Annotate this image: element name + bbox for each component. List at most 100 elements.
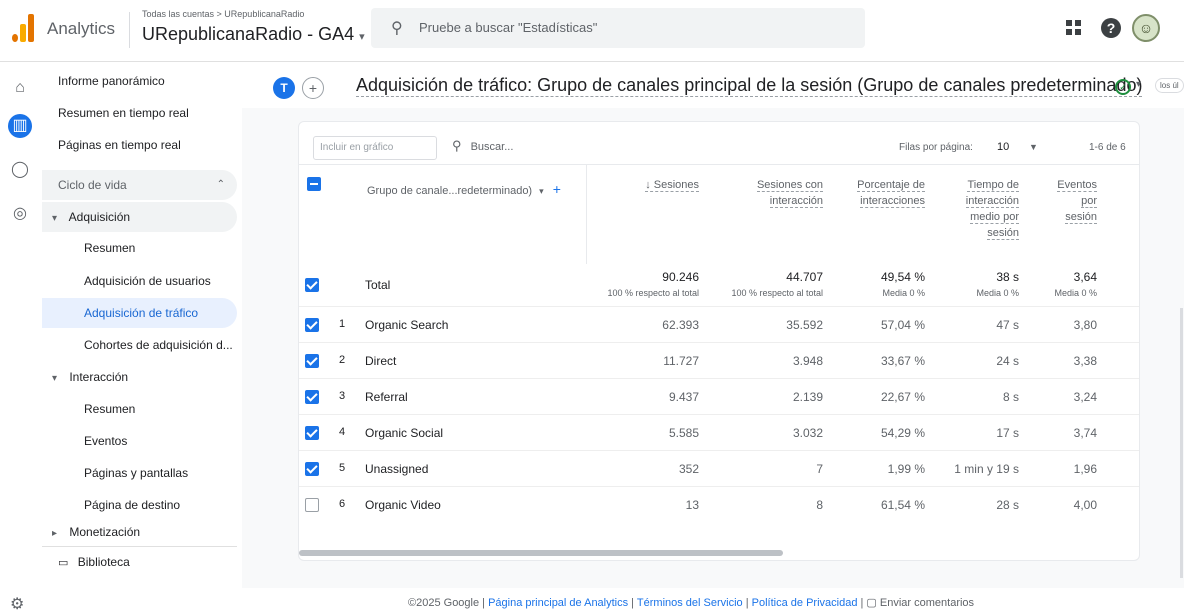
divider [129,12,130,48]
include-in-chart-field[interactable]: Incluir en gráfico [313,136,437,160]
search-icon: ⚲ [452,138,462,153]
row-index: 4 [339,426,346,438]
comparison-chip[interactable]: T [273,77,295,99]
row-checkbox[interactable] [305,318,319,332]
rows-per-page-select[interactable]: 10 [997,141,1009,153]
report-header: T + Adquisición de tráfico: Grupo de can… [262,70,1184,108]
apps-grid-icon[interactable] [1066,20,1082,36]
row-checkbox[interactable] [305,390,319,404]
metric-cell: 17 s [996,426,1019,440]
table-row[interactable]: 5 Unassigned 352 7 1,99 % 1 min y 19 s 1,96 [299,450,1139,486]
metric-cell: 28 s [996,498,1019,512]
nav-item-realtime-summary[interactable]: Resumen en tiempo real [42,98,237,128]
table-row[interactable]: 3 Referral 9.437 2.139 22,67 % 8 s 3,24 [299,378,1139,414]
channel-name[interactable]: Organic Video [365,498,441,512]
metric-cell: 3,38 [1073,354,1097,368]
settings-gear-icon[interactable]: ⚙ [10,594,24,613]
metric-cell: 22,67 % [880,390,925,404]
date-range-chip[interactable]: los úl [1155,78,1184,93]
metric-cell: 13 [685,498,699,512]
metric-cell: 3,80 [1073,318,1097,332]
row-checkbox[interactable] [305,498,319,512]
total-checkbox[interactable] [305,278,319,292]
nav-item-int-summary[interactable]: Resumen [42,394,237,424]
metric-cell: 61,54 % [880,498,925,512]
metric-cell: 7 [816,462,823,476]
add-dimension-button[interactable]: + [553,181,561,197]
metric-header-engaged-sessions[interactable]: Sesiones con interacción [731,177,823,209]
table-row[interactable]: 1 Organic Search 62.393 35.592 57,04 % 47 s 3,… [299,306,1139,342]
explore-icon[interactable]: ◯ [8,158,32,182]
home-icon[interactable]: ⌂ [8,76,32,100]
nav-item-acq-summary[interactable]: Resumen [42,233,237,263]
table-search-input[interactable]: ⚲ Buscar... [452,138,513,154]
total-value: 90.246 [662,270,699,284]
advertising-icon[interactable]: ◎ [8,202,32,226]
metric-cell: 1,96 [1073,462,1097,476]
page-title[interactable]: Adquisición de tráfico: Grupo de canales… [356,75,1143,97]
channel-name[interactable]: Organic Search [365,318,448,332]
avatar[interactable]: ☺ [1132,14,1160,42]
metric-cell: 57,04 % [880,318,925,332]
metric-cell: 54,29 % [880,426,925,440]
metric-header-avg-engagement-time[interactable]: Tiempo de interacción medio por sesión [965,177,1019,241]
metric-cell: 9.437 [668,390,699,404]
table-row-total: Total 90.246 44.707 49,54 % 38 s 3,64 10… [299,264,1139,306]
total-subtext: 100 % respecto al total [731,288,823,298]
property-selector[interactable]: URepublicanaRadio - GA4 ▾ [142,24,365,45]
nav-item-traffic-acquisition[interactable]: Adquisición de tráfico [42,298,237,328]
channel-name[interactable]: Direct [365,354,396,368]
nav-group-lifecycle-label: Ciclo de vida [58,178,127,192]
account-breadcrumb[interactable]: Todas las cuentas > URepublicanaRadio [142,9,304,19]
channel-name[interactable]: Referral [365,390,408,404]
footer-link-home[interactable]: Página principal de Analytics [488,597,628,609]
nav-section-monetization[interactable]: ▸ Monetización [42,524,237,540]
row-checkbox[interactable] [305,462,319,476]
nav-item-events[interactable]: Eventos [42,426,237,456]
help-icon[interactable]: ? [1101,18,1121,38]
total-label: Total [365,278,391,292]
total-value: 44.707 [786,270,823,284]
footer-link-privacy[interactable]: Política de Privacidad [752,597,858,609]
table-row[interactable]: 4 Organic Social 5.585 3.032 54,29 % 17 s 3,74 [299,414,1139,450]
select-all-checkbox[interactable] [307,177,321,191]
analytics-logo-icon[interactable] [12,14,34,42]
dimension-header: Grupo de canale...redeterminado) [367,185,533,197]
horizontal-scrollbar[interactable] [299,550,783,556]
nav-section-acquisition[interactable]: ▾ Adquisición [42,202,237,232]
table-row[interactable]: 6 Organic Video 13 8 61,54 % 28 s 4,00 [299,486,1139,522]
row-index: 6 [339,498,346,510]
table-row[interactable]: 2 Direct 11.727 3.948 33,67 % 24 s 3,38 [299,342,1139,378]
check-circle-icon[interactable]: ✓ [1115,79,1131,95]
nav-item-realtime-pages[interactable]: Páginas en tiempo real [42,130,237,160]
metric-header-sessions[interactable]: ↓ Sesiones [599,177,699,193]
nav-item-user-acquisition[interactable]: Adquisición de usuarios [42,266,237,296]
add-comparison-button[interactable]: + [302,77,324,99]
nav-item-acq-cohorts[interactable]: Cohortes de adquisición d... [42,330,237,360]
app-name: Analytics [47,19,116,38]
row-checkbox[interactable] [305,426,319,440]
metric-header-engagement-rate[interactable]: Porcentaje de interacciones [853,177,925,209]
footer-feedback[interactable]: Enviar comentarios [880,597,974,609]
search-input[interactable]: ⚲ Pruebe a buscar "Estadísticas" [371,8,865,48]
vertical-scrollbar[interactable] [1180,308,1183,578]
metric-header-events-per-session[interactable]: Eventos por sesión [1055,177,1097,225]
channel-name[interactable]: Organic Social [365,426,443,440]
channel-name[interactable]: Unassigned [365,462,428,476]
nav-section-interaction[interactable]: ▾ Interacción [42,362,237,392]
chevron-down-icon[interactable]: ▾ [1136,79,1141,90]
nav-item-pages-screens[interactable]: Páginas y pantallas [42,458,237,488]
footer-link-terms[interactable]: Términos del Servicio [637,597,743,609]
chevron-down-icon[interactable]: ▼ [1029,142,1038,152]
nav-item-landing-page[interactable]: Página de destino [42,490,237,520]
reports-icon[interactable]: ▥ [8,114,32,138]
metric-cell: 33,67 % [880,354,925,368]
row-checkbox[interactable] [305,354,319,368]
dimension-selector[interactable]: Grupo de canale...redeterminado) ▾ + [367,181,561,197]
pagination-info: 1-6 de 6 [1089,142,1126,153]
nav-item-overview[interactable]: Informe panorámico [42,66,237,96]
nav-item-library[interactable]: ▭ Biblioteca [42,546,237,576]
table-search-label: Buscar... [470,141,514,153]
nav-group-lifecycle[interactable]: Ciclo de vida ⌃ [42,170,237,200]
metric-cell: 1 min y 19 s [954,462,1019,476]
